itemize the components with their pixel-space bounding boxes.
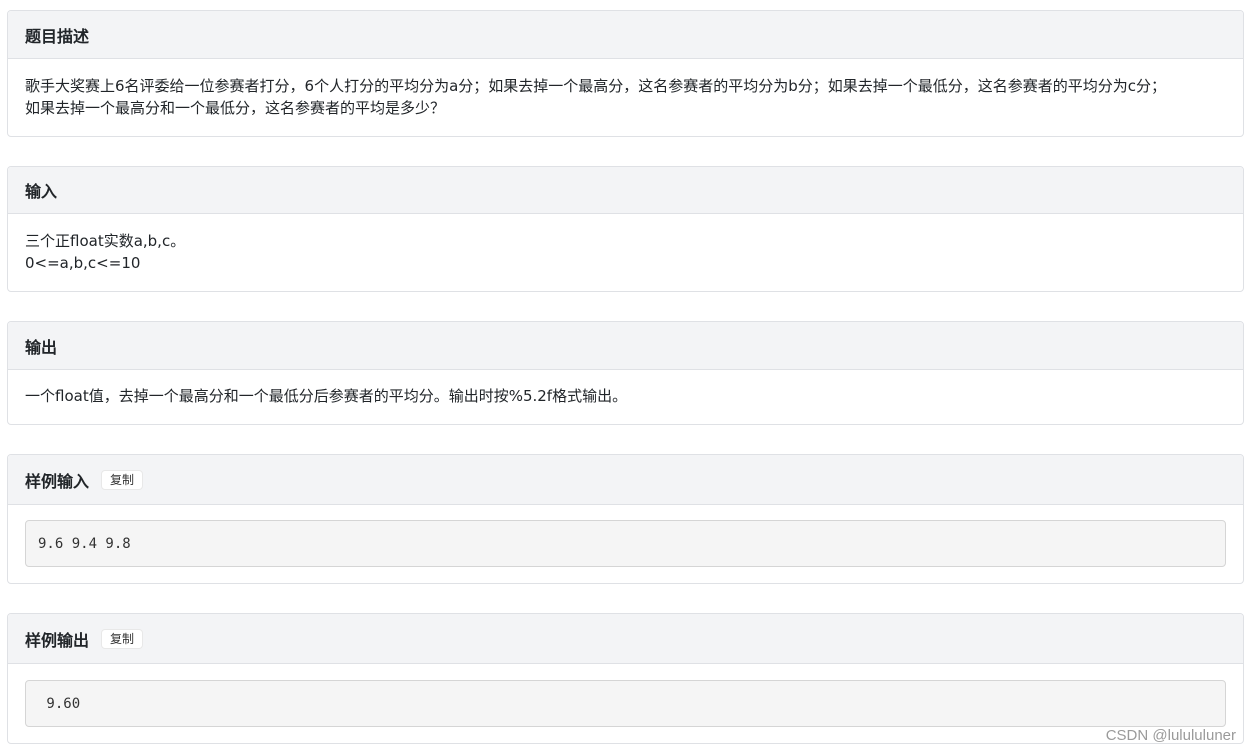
output-panel: 输出 一个float值，去掉一个最高分和一个最低分后参赛者的平均分。输出时按%5… (7, 321, 1244, 425)
sample-input-title: 样例输入 (25, 471, 90, 491)
copy-sample-input-button[interactable]: 复制 (101, 469, 144, 490)
description-body: 歌手大奖赛上6名评委给一位参赛者打分，6个人打分的平均分为a分；如果去掉一个最高… (8, 59, 1243, 119)
description-panel: 题目描述 歌手大奖赛上6名评委给一位参赛者打分，6个人打分的平均分为a分；如果去… (7, 10, 1244, 137)
sample-input-body: 9.6 9.4 9.8 (8, 505, 1243, 567)
sample-output-title: 样例输出 (25, 630, 90, 650)
sample-output-code-box: 9.60 (25, 680, 1226, 727)
input-header: 输入 (8, 167, 1243, 214)
description-line-1: 歌手大奖赛上6名评委给一位参赛者打分，6个人打分的平均分为a分；如果去掉一个最高… (25, 77, 1167, 95)
sample-output-header: 样例输出 复制 (8, 614, 1243, 664)
input-line-1: 三个正float实数a,b,c。 (25, 232, 186, 250)
description-title: 题目描述 (25, 26, 90, 46)
input-line-2: 0<=a,b,c<=10 (25, 254, 141, 272)
input-panel: 输入 三个正float实数a,b,c。 0<=a,b,c<=10 (7, 166, 1244, 292)
output-body: 一个float值，去掉一个最高分和一个最低分后参赛者的平均分。输出时按%5.2f… (8, 370, 1243, 407)
description-header: 题目描述 (8, 11, 1243, 59)
input-body: 三个正float实数a,b,c。 0<=a,b,c<=10 (8, 214, 1243, 274)
sample-input-code-box: 9.6 9.4 9.8 (25, 520, 1226, 567)
output-title: 输出 (25, 337, 58, 357)
input-title: 输入 (25, 182, 58, 201)
sample-input-header: 样例输入 复制 (8, 455, 1243, 505)
sample-output-body: 9.60 (8, 664, 1243, 727)
output-line-1: 一个float值，去掉一个最高分和一个最低分后参赛者的平均分。输出时按%5.2f… (25, 387, 628, 405)
description-line-2: 如果去掉一个最高分和一个最低分，这名参赛者的平均是多少？ (25, 99, 446, 117)
sample-input-code: 9.6 9.4 9.8 (38, 535, 131, 552)
sample-output-panel: 样例输出 复制 9.60 (7, 613, 1244, 744)
sample-input-panel: 样例输入 复制 9.6 9.4 9.8 (7, 454, 1244, 584)
csdn-watermark: CSDN @lulululuner (1105, 727, 1236, 744)
output-header: 输出 (8, 322, 1243, 370)
copy-sample-output-button[interactable]: 复制 (101, 628, 144, 649)
sample-output-code: 9.60 (38, 695, 81, 712)
